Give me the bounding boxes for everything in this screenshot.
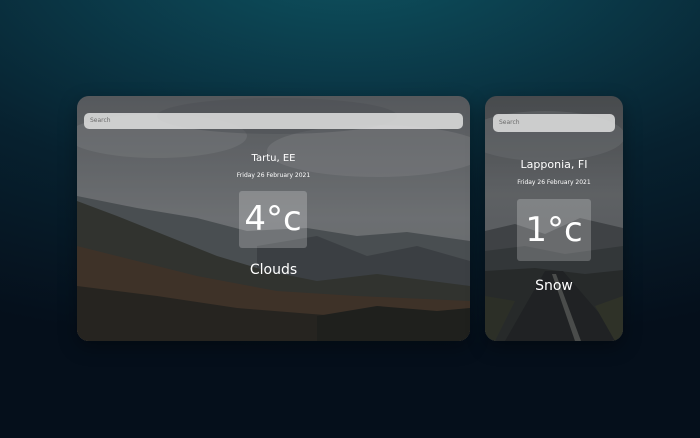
temperature-display: 1°c [517,199,591,261]
search-input[interactable]: Search [493,114,615,132]
city-name: Lapponia, FI [520,158,588,171]
weather-card-tartu: Search Tartu, EE Friday 26 February 2021… [77,96,470,341]
date-label: Friday 26 February 2021 [236,172,311,179]
weather-card-lapponia: Search Lapponia, FI Friday 26 February 2… [485,96,623,341]
search-input[interactable]: Search [84,113,463,129]
city-name: Tartu, EE [251,153,296,164]
date-label: Friday 26 February 2021 [517,179,591,186]
weather-condition: Clouds [249,262,298,278]
temperature-display: 4°c [239,191,307,248]
weather-condition: Snow [535,278,573,294]
